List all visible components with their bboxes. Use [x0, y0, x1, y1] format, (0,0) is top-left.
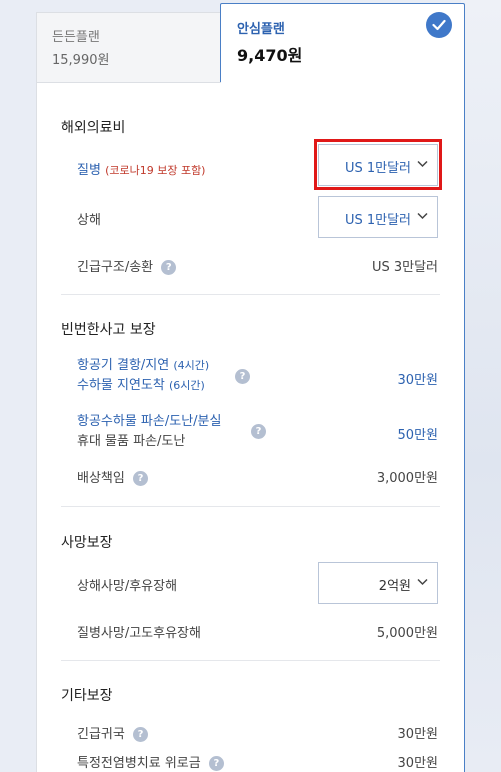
help-icon[interactable]: ? — [235, 369, 250, 384]
rescue-value: US 3만달러 — [371, 260, 438, 275]
baggage-loss-text: 항공수하물 파손/도난/분실 — [77, 414, 222, 429]
check-icon — [426, 12, 452, 38]
help-icon[interactable]: ? — [251, 424, 266, 439]
illness-label-text: 질병 — [77, 163, 101, 178]
baggage-loss-value: 50만원 — [397, 428, 438, 443]
chevron-down-icon — [417, 212, 428, 220]
epidemic-text: 특정전염병치료 위로금 — [77, 756, 201, 771]
divider — [61, 294, 440, 295]
chevron-down-icon — [417, 578, 428, 586]
tab-basic-name: 든든플랜 — [52, 30, 100, 45]
coverage-panel: 해외의료비 질병 (코로나19 보장 포함) US 1만달러 상해 US 1만달… — [36, 82, 465, 772]
liability-label-text: 배상책임 — [77, 471, 125, 486]
epidemic-value: 30만원 — [397, 756, 438, 771]
emergency-return-label: 긴급귀국 ? — [77, 723, 148, 742]
help-icon[interactable]: ? — [208, 756, 224, 771]
tab-basic-price: 15,990원 — [52, 53, 110, 68]
illness-amount-select[interactable]: US 1만달러 — [318, 144, 438, 186]
flight-delay-value: 30만원 — [397, 373, 438, 388]
section-title-other: 기타보장 — [61, 688, 113, 704]
flight-delay-text: 항공기 결항/지연 — [77, 358, 170, 373]
epidemic-label: 특정전염병치료 위로금 ? — [77, 752, 224, 771]
flight-delay-note: (4시간) — [173, 359, 210, 372]
flight-delay-label: 항공기 결항/지연 (4시간) 수하물 지연도착 (6시간) — [77, 356, 209, 396]
illness-death-value: 5,000만원 — [376, 626, 438, 641]
liability-value: 3,000만원 — [376, 471, 438, 486]
tab-safe-plan[interactable]: 안심플랜 9,470원 — [220, 3, 465, 83]
injury-amount-select[interactable]: US 1만달러 — [318, 196, 438, 238]
baggage-loss-label: 항공수하물 파손/도난/분실 휴대 물품 파손/도난 — [77, 412, 221, 452]
chevron-down-icon — [417, 160, 428, 168]
help-icon[interactable]: ? — [161, 260, 177, 275]
rescue-label: 긴급구조/송환 ? — [77, 256, 177, 275]
section-title-accident: 빈번한사고 보장 — [61, 322, 156, 338]
injury-label: 상해 — [77, 213, 101, 228]
injury-death-value: 2억원 — [378, 579, 411, 594]
injury-death-select[interactable]: 2억원 — [318, 562, 438, 604]
injury-amount-value: US 1만달러 — [344, 213, 411, 228]
tab-safe-name: 안심플랜 — [237, 22, 285, 37]
help-icon[interactable]: ? — [132, 471, 148, 486]
injury-death-label: 상해사망/후유장해 — [77, 579, 178, 594]
illness-label: 질병 (코로나19 보장 포함) — [77, 159, 205, 178]
baggage-delay-note: (6시간) — [169, 379, 205, 392]
section-title-death: 사망보장 — [61, 535, 113, 551]
divider — [61, 660, 440, 661]
emergency-return-text: 긴급귀국 — [77, 727, 125, 742]
tab-basic-plan[interactable]: 든든플랜 15,990원 — [36, 12, 221, 82]
liability-label: 배상책임 ? — [77, 467, 148, 486]
section-title-medical: 해외의료비 — [61, 120, 126, 136]
page-background — [461, 0, 501, 772]
illness-amount-value: US 1만달러 — [344, 161, 411, 176]
illness-death-label: 질병사망/고도후유장해 — [77, 626, 201, 641]
emergency-return-value: 30만원 — [397, 727, 438, 742]
personal-item-text: 휴대 물품 파손/도난 — [77, 434, 186, 449]
illness-covid-note: (코로나19 보장 포함) — [105, 164, 206, 177]
help-icon[interactable]: ? — [132, 727, 148, 742]
divider — [61, 506, 440, 507]
baggage-delay-text: 수하물 지연도착 — [77, 378, 165, 393]
tab-safe-price: 9,470원 — [237, 46, 303, 65]
plan-card: 든든플랜 15,990원 안심플랜 9,470원 해외의료비 질병 (코로나19… — [36, 0, 465, 772]
rescue-label-text: 긴급구조/송환 — [77, 260, 154, 275]
